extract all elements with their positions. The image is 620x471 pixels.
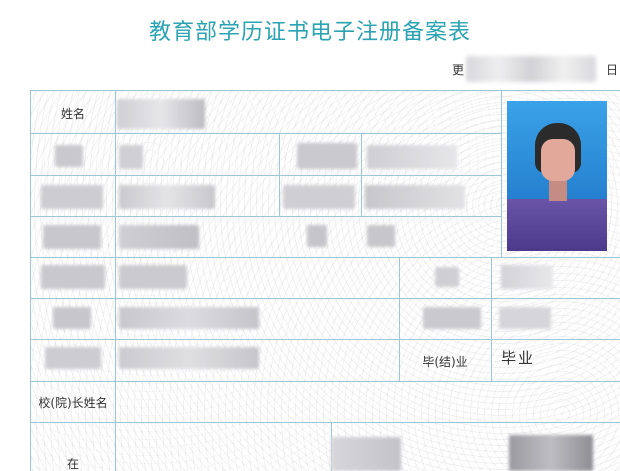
registration-table: 姓名 毕(结)业 毕业 校(院)长姓名 在 <box>30 90 620 471</box>
redacted-value <box>499 307 551 329</box>
redacted-label <box>41 265 105 289</box>
redacted-value <box>307 225 327 247</box>
redacted-signature <box>509 435 593 471</box>
redacted-value <box>119 307 259 329</box>
redacted-value <box>119 185 215 209</box>
redacted-value <box>119 225 199 249</box>
update-date: 更 日 <box>452 56 620 82</box>
name-label: 姓名 <box>60 107 85 121</box>
redacted-label <box>435 267 459 287</box>
col-divider <box>501 91 502 257</box>
redacted-seal <box>331 437 401 471</box>
president-name-label: 校(院)长姓名 <box>38 396 108 410</box>
update-prefix: 更 <box>452 63 465 77</box>
col-divider <box>361 133 362 216</box>
row-divider <box>31 216 501 217</box>
row-divider <box>31 298 620 299</box>
col-divider <box>115 91 116 471</box>
redacted-value <box>119 347 259 369</box>
redacted-value <box>501 265 553 289</box>
student-photo <box>507 101 607 251</box>
redacted-label <box>297 143 357 169</box>
bottom-label: 在 <box>66 457 79 471</box>
redacted-label <box>41 185 103 209</box>
graduation-status-value: 毕业 <box>501 349 536 367</box>
redacted-label <box>283 185 355 209</box>
graduation-status-label: 毕(结)业 <box>422 355 468 369</box>
row-divider <box>31 133 501 134</box>
redacted-date <box>466 56 596 82</box>
row-divider <box>31 175 501 176</box>
row-divider <box>31 257 620 258</box>
update-suffix: 日 <box>605 63 618 77</box>
redacted-value <box>119 145 143 169</box>
document-title: 教育部学历证书电子注册备案表 <box>148 20 471 45</box>
row-divider <box>31 381 620 382</box>
redacted-label <box>423 307 481 329</box>
redacted-name <box>117 99 205 129</box>
photo-clothing <box>507 199 607 251</box>
redacted-value <box>367 225 395 247</box>
redacted-value <box>365 185 465 209</box>
redacted-label <box>43 225 101 249</box>
row-divider <box>31 422 620 423</box>
redacted-label <box>55 145 83 167</box>
col-divider <box>279 133 280 216</box>
redacted-label <box>45 347 101 369</box>
photo-neck <box>549 179 567 201</box>
redacted-value <box>367 145 457 169</box>
redacted-value <box>119 265 187 289</box>
redacted-label <box>53 307 91 329</box>
photo-face <box>541 139 575 181</box>
col-divider <box>491 257 492 381</box>
row-divider <box>31 339 620 340</box>
